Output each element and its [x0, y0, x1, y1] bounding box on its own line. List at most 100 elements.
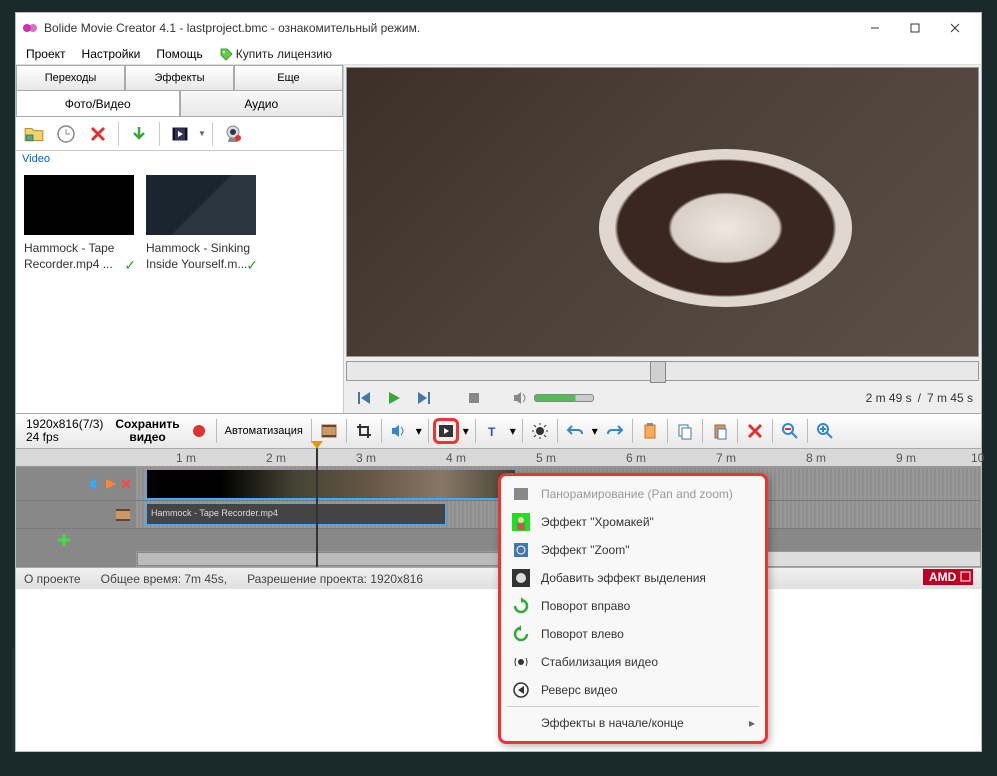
- window-title: Bolide Movie Creator 4.1 - lastproject.b…: [44, 21, 855, 35]
- menu-project[interactable]: Проект: [20, 45, 72, 63]
- save-video-button[interactable]: Сохранить видео: [111, 418, 183, 444]
- menu-highlight-effect[interactable]: Добавить эффект выделения: [501, 564, 765, 592]
- redo-button[interactable]: [602, 418, 628, 444]
- media-list: Hammock - Tape Recorder.mp4 ...✓ Hammock…: [16, 167, 343, 413]
- tag-icon: [219, 47, 233, 61]
- maximize-button[interactable]: [895, 14, 935, 42]
- prev-frame-button[interactable]: [352, 386, 376, 410]
- media-item-name: Hammock - Tape Recorder.mp4 ...✓: [24, 241, 134, 272]
- media-thumbnail: [146, 175, 256, 235]
- play-button[interactable]: [382, 386, 406, 410]
- menu-begin-end-effects[interactable]: Эффекты в начале/конце ▸: [501, 709, 765, 737]
- mute-icon[interactable]: [88, 477, 102, 491]
- film-icon: [114, 506, 132, 524]
- delete-clip-button[interactable]: [742, 418, 768, 444]
- audio-button[interactable]: [386, 418, 412, 444]
- chromakey-icon: [511, 512, 531, 532]
- about-project[interactable]: О проекте: [24, 572, 81, 586]
- check-icon: ✓: [246, 256, 258, 274]
- menu-chromakey[interactable]: Эффект "Хромакей": [501, 508, 765, 536]
- media-item[interactable]: Hammock - Sinking Inside Yourself.m...✓: [146, 175, 256, 272]
- menu-pan-zoom[interactable]: Панорамирование (Pan and zoom): [501, 480, 765, 508]
- clock-button[interactable]: [52, 120, 80, 148]
- rotate-left-icon: [511, 624, 531, 644]
- timeline-resolution-info: 1920x816(7/3) 24 fps: [20, 418, 109, 444]
- subtab-photo-video[interactable]: Фото/Видео: [16, 91, 180, 117]
- tab-more[interactable]: Еще: [234, 65, 343, 91]
- menu-rotate-right[interactable]: Поворот вправо: [501, 592, 765, 620]
- timeline-clip[interactable]: Hammock - Tape Recorder.mp4: [146, 503, 446, 525]
- check-icon: ✓: [124, 256, 136, 274]
- undo-button[interactable]: [562, 418, 588, 444]
- open-folder-button[interactable]: [20, 120, 48, 148]
- zoom-in-button[interactable]: [812, 418, 838, 444]
- clipboard-button[interactable]: [637, 418, 663, 444]
- preview-controls: 2 m 49 s / 7 m 45 s: [344, 383, 981, 413]
- dropdown-arrow[interactable]: ▾: [508, 424, 518, 438]
- pan-zoom-icon: [511, 484, 531, 504]
- timeline-clip[interactable]: Hammock - Sinking Inside Yourself.mp4: [146, 469, 516, 499]
- media-item-name: Hammock - Sinking Inside Yourself.m...✓: [146, 241, 256, 272]
- status-total-time: Общее время: 7m 45s,: [101, 572, 227, 586]
- menu-reverse[interactable]: Реверс видео: [501, 676, 765, 704]
- media-section-label: Video: [16, 151, 343, 167]
- delete-track-icon[interactable]: [120, 478, 132, 490]
- record-button[interactable]: [186, 418, 212, 444]
- video-effects-button[interactable]: [433, 418, 459, 444]
- titlebar: Bolide Movie Creator 4.1 - lastproject.b…: [16, 13, 981, 43]
- menu-zoom-effect[interactable]: Эффект "Zoom": [501, 536, 765, 564]
- highlight-icon: [511, 568, 531, 588]
- paste-button[interactable]: [707, 418, 733, 444]
- playhead[interactable]: [316, 447, 318, 567]
- minimize-button[interactable]: [855, 14, 895, 42]
- volume-slider[interactable]: [534, 394, 594, 402]
- rotate-right-icon: [511, 596, 531, 616]
- menu-rotate-left[interactable]: Поворот влево: [501, 620, 765, 648]
- text-button[interactable]: T: [480, 418, 506, 444]
- reverse-icon: [511, 680, 531, 700]
- video-effects-menu: Панорамирование (Pan and zoom) Эффект "Х…: [498, 473, 768, 744]
- close-button[interactable]: [935, 14, 975, 42]
- app-icon: [22, 20, 38, 36]
- delete-button[interactable]: [84, 120, 112, 148]
- copy-button[interactable]: [672, 418, 698, 444]
- menu-settings[interactable]: Настройки: [76, 45, 147, 63]
- media-thumbnail: [24, 175, 134, 235]
- film-button[interactable]: [166, 120, 194, 148]
- media-item[interactable]: Hammock - Tape Recorder.mp4 ...✓: [24, 175, 134, 272]
- lock-icon[interactable]: [104, 477, 118, 491]
- tab-effects[interactable]: Эффекты: [125, 65, 234, 91]
- subtab-audio[interactable]: Аудио: [180, 91, 344, 117]
- svg-text:AMD: AMD: [929, 570, 957, 584]
- stabilize-icon: [511, 652, 531, 672]
- dropdown-arrow[interactable]: ▾: [414, 424, 424, 438]
- zoom-icon: [511, 540, 531, 560]
- amd-badge: AMD: [923, 569, 973, 588]
- brightness-button[interactable]: [527, 418, 553, 444]
- webcam-button[interactable]: [219, 120, 247, 148]
- dropdown-arrow[interactable]: ▾: [590, 424, 600, 438]
- zoom-out-button[interactable]: [777, 418, 803, 444]
- tab-transitions[interactable]: Переходы: [16, 65, 125, 91]
- volume-icon[interactable]: [512, 389, 530, 407]
- total-time: 7 m 45 s: [927, 391, 973, 405]
- menu-help[interactable]: Помощь: [150, 45, 208, 63]
- crop-button[interactable]: [351, 418, 377, 444]
- media-panel: Переходы Эффекты Еще Фото/Видео Аудио ▼: [16, 65, 344, 413]
- menu-stabilize[interactable]: Стабилизация видео: [501, 648, 765, 676]
- current-time: 2 m 49 s: [866, 391, 912, 405]
- menu-buy-license[interactable]: Купить лицензию: [213, 45, 338, 63]
- preview-video[interactable]: [346, 67, 979, 357]
- preview-scrubber[interactable]: [346, 361, 979, 381]
- status-resolution: Разрешение проекта: 1920x816: [247, 572, 423, 586]
- scrubber-handle[interactable]: [650, 361, 666, 383]
- automation-button[interactable]: Автоматизация: [221, 425, 307, 437]
- svg-text:T: T: [488, 425, 496, 439]
- stop-button[interactable]: [462, 386, 486, 410]
- next-frame-button[interactable]: [412, 386, 436, 410]
- preview-panel: 2 m 49 s / 7 m 45 s: [344, 65, 981, 413]
- timeline-ruler[interactable]: 1 m 2 m 3 m 4 m 5 m 6 m 7 m 8 m 9 m 10 m: [16, 449, 981, 467]
- timeline-toolbar: 1920x816(7/3) 24 fps Сохранить видео Авт…: [16, 413, 981, 449]
- dropdown-arrow[interactable]: ▾: [461, 424, 471, 438]
- download-button[interactable]: [125, 120, 153, 148]
